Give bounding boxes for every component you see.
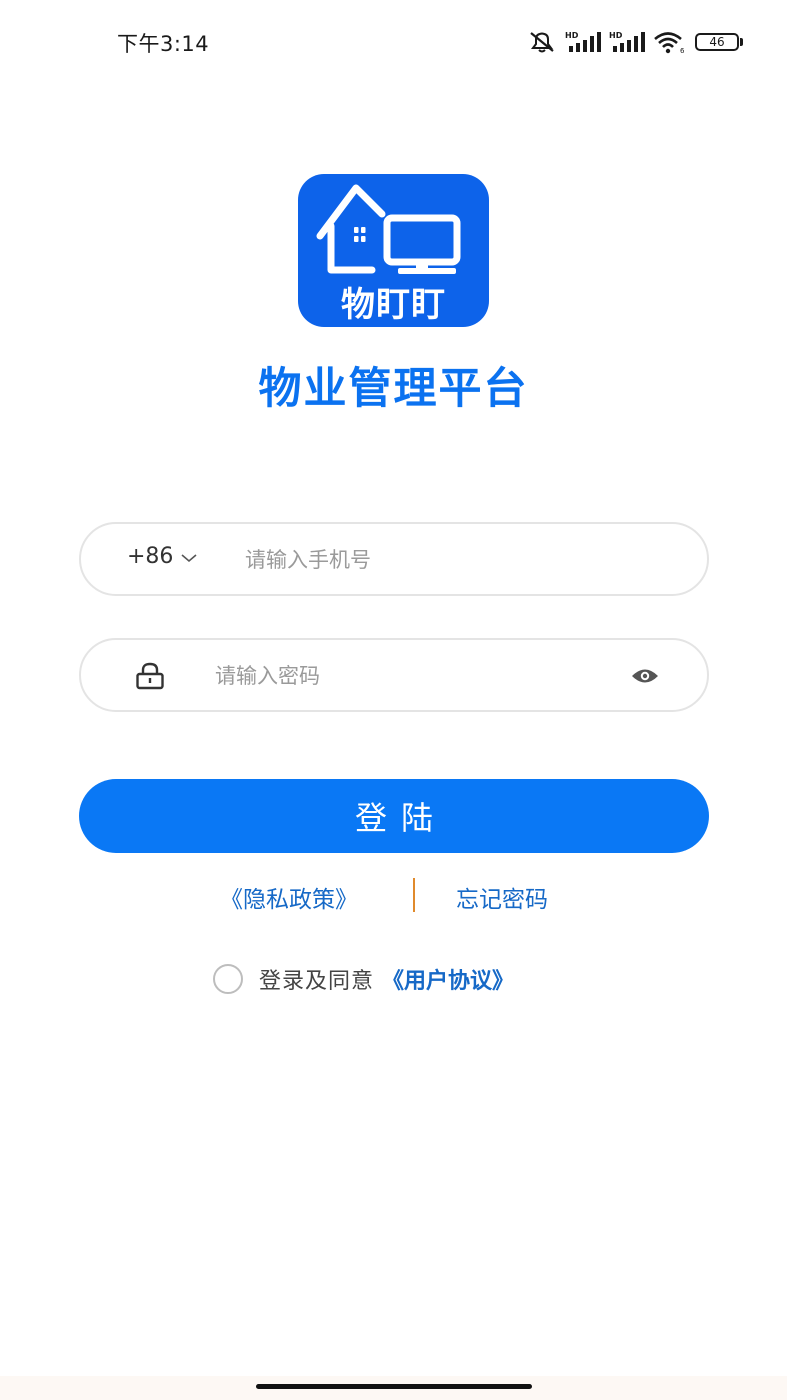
- links-divider: [413, 878, 415, 912]
- phone-field[interactable]: +86: [79, 522, 709, 596]
- agreement-checkbox[interactable]: [213, 964, 243, 994]
- agreement-row: 登录及同意 《用户协议》: [213, 962, 514, 996]
- battery-tip: [740, 38, 743, 46]
- signal-hd-icon: HD: [565, 31, 601, 52]
- country-code-selector[interactable]: +86: [127, 544, 197, 569]
- svg-text:6: 6: [680, 47, 685, 54]
- status-bar: 下午3:14 HD HD 6 46: [0, 0, 787, 84]
- battery-icon: 46: [695, 33, 743, 51]
- user-agreement-link[interactable]: 《用户协议》: [382, 963, 514, 995]
- links-row: 《隐私政策》 忘记密码: [0, 878, 787, 914]
- mute-icon: [530, 32, 554, 53]
- app-title: 物业管理平台: [258, 364, 529, 414]
- phone-input[interactable]: [245, 538, 665, 582]
- login-screen: 下午3:14 HD HD 6 46 物盯盯 物业管理平台 +86 请输入手机号 …: [0, 0, 787, 1400]
- home-indicator[interactable]: [256, 1384, 532, 1389]
- privacy-policy-link[interactable]: 《隐私政策》: [220, 880, 358, 914]
- login-button[interactable]: 登陆: [79, 779, 709, 853]
- svg-text:HD: HD: [565, 31, 579, 40]
- eye-icon[interactable]: [631, 667, 659, 689]
- chevron-down-icon: [181, 544, 197, 569]
- logo-text: 物盯盯: [341, 285, 446, 325]
- status-time: 下午3:14: [117, 32, 210, 56]
- country-code-label: +86: [127, 544, 174, 569]
- app-logo: 物盯盯: [298, 174, 489, 327]
- svg-text:HD: HD: [609, 31, 623, 40]
- status-icons: HD HD 6 46: [527, 28, 743, 56]
- password-field[interactable]: [79, 638, 709, 712]
- lock-icon: [135, 662, 165, 694]
- password-input[interactable]: [215, 654, 615, 698]
- forgot-password-link[interactable]: 忘记密码: [456, 880, 548, 914]
- wifi-icon: 6: [654, 32, 685, 54]
- agreement-text: 登录及同意: [259, 969, 375, 994]
- house-monitor-icon: [316, 184, 461, 274]
- signal-hd-icon: HD: [609, 31, 645, 52]
- battery-level: 46: [695, 33, 739, 51]
